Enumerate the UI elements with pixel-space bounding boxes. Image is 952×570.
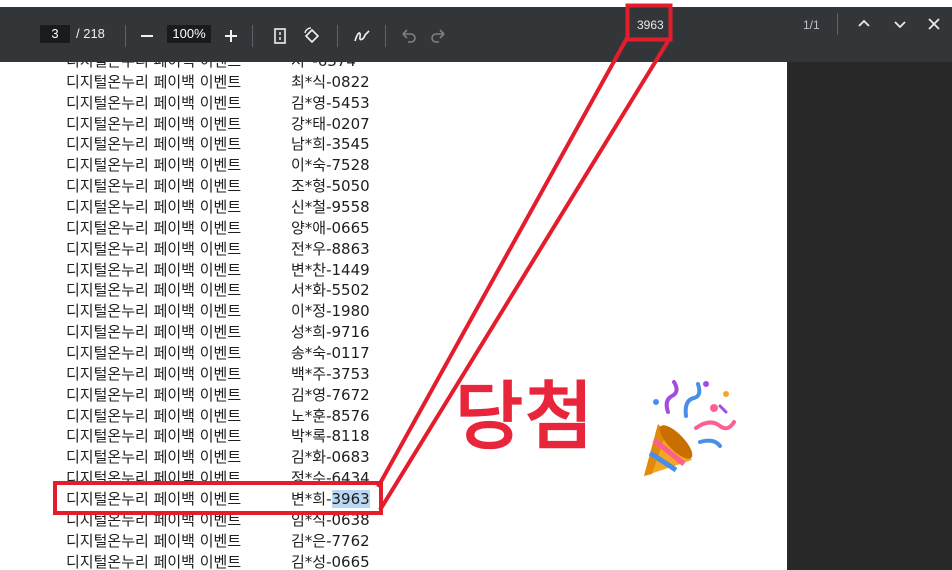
chevron-up-icon[interactable] <box>855 15 873 33</box>
winner-name: 이*정-1980 <box>291 300 370 321</box>
viewer-background <box>787 62 952 570</box>
winner-name-text: 김*은-7762 <box>291 531 370 550</box>
find-input[interactable]: 3963 <box>637 18 664 32</box>
winner-name-text: 이*숙-7528 <box>291 156 370 175</box>
winner-name-text: 양*애-0665 <box>291 218 370 237</box>
winner-name: 김*화-0683 <box>291 446 370 467</box>
event-name: 디지털온누리 페이백 이벤트 <box>66 239 242 258</box>
event-name: 디지털온누리 페이백 이벤트 <box>66 531 242 550</box>
winner-name: 남*희-3545 <box>291 133 370 154</box>
undo-icon[interactable] <box>399 27 417 45</box>
winner-name-text: 변*희- <box>291 490 332 509</box>
winner-name: 변*찬-1449 <box>291 259 370 280</box>
event-name: 디지털온누리 페이백 이벤트 <box>66 177 242 196</box>
winner-name: 최*식-0822 <box>291 71 370 92</box>
find-divider <box>837 13 838 35</box>
event-name: 디지털온누리 페이백 이벤트 <box>66 156 242 175</box>
winner-name-text: 조*형-5050 <box>291 177 370 196</box>
event-name: 디지털온누리 페이백 이벤트 <box>66 385 242 404</box>
winner-name-text: 변*찬-1449 <box>291 260 370 279</box>
event-name: 디지털온누리 페이백 이벤트 <box>66 510 242 529</box>
event-name: 디지털온누리 페이백 이벤트 <box>66 406 242 425</box>
winner-name: 송*숙-0117 <box>291 342 370 363</box>
winner-name-text: 강*태-0207 <box>291 114 370 133</box>
annotate-icon[interactable] <box>353 27 371 45</box>
find-bar: 3963 1/1 <box>623 7 952 41</box>
winner-name: 김*영-7672 <box>291 384 370 405</box>
winner-name-text: 남*희-3545 <box>291 135 370 154</box>
event-name: 디지털온누리 페이백 이벤트 <box>66 72 242 91</box>
winner-name-text: 노*훈-8576 <box>291 406 370 425</box>
toolbar-divider <box>337 25 338 47</box>
winner-name: 박*록-8118 <box>291 425 370 446</box>
event-name: 디지털온누리 페이백 이벤트 <box>66 490 242 509</box>
chevron-down-icon[interactable] <box>891 15 909 33</box>
winner-name-text: 최*식-0822 <box>291 72 370 91</box>
page-number-input[interactable]: 3 <box>40 25 70 43</box>
close-icon[interactable] <box>925 15 943 33</box>
winner-name: 조*형-5050 <box>291 175 370 196</box>
zoom-out-icon[interactable] <box>138 27 156 45</box>
winner-name-text: 이*정-1980 <box>291 302 370 321</box>
event-name: 디지털온누리 페이백 이벤트 <box>66 198 242 217</box>
winner-name-text: 김*영-5453 <box>291 93 370 112</box>
event-name: 디지털온누리 페이백 이벤트 <box>66 469 242 488</box>
winner-name: 강*태-0207 <box>291 113 370 134</box>
event-name: 디지털온누리 페이백 이벤트 <box>66 323 242 342</box>
winner-label: 당첨 <box>455 374 596 460</box>
winner-name-text: 김*영-7672 <box>291 385 370 404</box>
winner-name-text: 신*철-9558 <box>291 198 370 217</box>
winner-name-text: 김*화-0683 <box>291 448 370 467</box>
find-match-count: 1/1 <box>803 18 820 32</box>
event-name: 디지털온누리 페이백 이벤트 <box>66 281 242 300</box>
winner-name: 정*수-6434 <box>291 467 370 488</box>
event-name: 디지털온누리 페이백 이벤트 <box>66 344 242 363</box>
winner-name-text: 박*록-8118 <box>291 427 370 446</box>
toolbar-divider <box>252 25 253 47</box>
event-name: 디지털온누리 페이백 이벤트 <box>66 364 242 383</box>
event-name: 디지털온누리 페이백 이벤트 <box>66 552 242 570</box>
redo-icon[interactable] <box>430 27 448 45</box>
winner-name: 김*영-5453 <box>291 92 370 113</box>
winner-name: 이*숙-7528 <box>291 154 370 175</box>
event-name: 디지털온누리 페이백 이벤트 <box>66 218 242 237</box>
event-name: 디지털온누리 페이백 이벤트 <box>66 448 242 467</box>
event-name: 디지털온누리 페이백 이벤트 <box>66 260 242 279</box>
winner-name-text: 송*숙-0117 <box>291 344 370 363</box>
pdf-page: 디지털온누리 페이백 이벤트서*-6374디지털온누리 페이백 이벤트최*식-0… <box>0 0 787 570</box>
search-match-highlight: 3963 <box>331 490 370 509</box>
fit-page-icon[interactable] <box>271 27 289 45</box>
winner-name: 김*성-0665 <box>291 551 370 570</box>
winner-name: 서*화-5502 <box>291 279 370 300</box>
winner-name: 성*희-9716 <box>291 321 370 342</box>
winner-name-text: 김*성-0665 <box>291 552 370 570</box>
winner-name: 김*은-7762 <box>291 530 370 551</box>
event-name: 디지털온누리 페이백 이벤트 <box>66 302 242 321</box>
event-name: 디지털온누리 페이백 이벤트 <box>66 114 242 133</box>
winner-name-text: 임*식-0638 <box>291 510 370 529</box>
winner-name: 변*희-3963 <box>291 488 370 509</box>
page-total: / 218 <box>76 26 105 41</box>
winner-name-text: 전*우-8863 <box>291 239 370 258</box>
winner-name-text: 성*희-9716 <box>291 323 370 342</box>
winner-name: 임*식-0638 <box>291 509 370 530</box>
winner-name-text: 정*수-6434 <box>291 469 370 488</box>
party-popper-icon <box>640 378 736 480</box>
winner-name: 전*우-8863 <box>291 238 370 259</box>
toolbar-divider <box>125 25 126 47</box>
rotate-icon[interactable] <box>303 27 321 45</box>
winner-name: 양*애-0665 <box>291 217 370 238</box>
zoom-in-icon[interactable] <box>222 27 240 45</box>
event-name: 디지털온누리 페이백 이벤트 <box>66 135 242 154</box>
zoom-input[interactable]: 100% <box>167 25 211 43</box>
toolbar-divider <box>385 25 386 47</box>
winner-name-text: 백*주-3753 <box>291 364 370 383</box>
event-name: 디지털온누리 페이백 이벤트 <box>66 427 242 446</box>
winner-name: 백*주-3753 <box>291 363 370 384</box>
winner-name: 노*훈-8576 <box>291 405 370 426</box>
winner-name: 신*철-9558 <box>291 196 370 217</box>
event-name: 디지털온누리 페이백 이벤트 <box>66 93 242 112</box>
winner-name-text: 서*화-5502 <box>291 281 370 300</box>
